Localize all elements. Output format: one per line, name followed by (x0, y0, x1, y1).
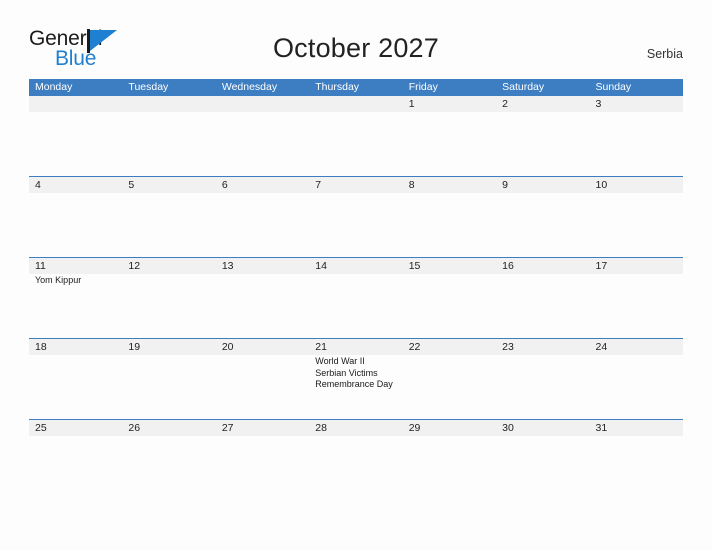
day-number: 13 (221, 260, 234, 272)
calendar-grid: Monday Tuesday Wednesday Thursday Friday… (29, 79, 683, 500)
day-number: 21 (315, 341, 327, 353)
day-number: 15 (408, 260, 421, 272)
calendar-day-cell-empty (309, 96, 403, 176)
calendar-day-cell[interactable]: 25 (29, 420, 123, 500)
day-number: 10 (595, 179, 608, 191)
day-number: 18 (35, 341, 47, 353)
calendar-day-cell[interactable]: 5 (122, 177, 216, 257)
calendar-day-cell[interactable]: 29 (402, 420, 497, 500)
weekday-header-thursday: Thursday (315, 81, 360, 93)
day-events: World War II Serbian Victims Remembrance D… (309, 355, 402, 391)
event-label: World War II (315, 356, 365, 366)
weekday-header-row: Monday Tuesday Wednesday Thursday Friday… (29, 79, 683, 96)
calendar-day-cell[interactable]: 1 (402, 96, 497, 176)
calendar-day-cell[interactable]: 24 (589, 339, 683, 419)
day-number: 14 (315, 260, 327, 272)
calendar-day-cell-empty (215, 96, 310, 176)
day-number: 2 (502, 98, 508, 110)
day-number: 8 (408, 179, 415, 191)
day-number (309, 96, 402, 112)
calendar-day-cell[interactable]: 4 (29, 177, 123, 257)
calendar-day-cell[interactable]: 11 Yom Kippur (29, 258, 123, 338)
day-number: 6 (221, 179, 228, 191)
day-number: 23 (502, 341, 514, 353)
weekday-header-monday: Monday (35, 81, 73, 93)
calendar-week-row: 18 19 20 21 World War II Serbian Victims Remem… (29, 338, 683, 419)
day-number: 28 (315, 422, 327, 434)
calendar-day-cell-empty (29, 96, 123, 176)
calendar-day-cell[interactable]: 9 (496, 177, 590, 257)
calendar-week-row: 11 Yom Kippur 12 13 14 15 16 17 (29, 257, 683, 338)
calendar-day-cell[interactable]: 14 (309, 258, 403, 338)
calendar-day-cell[interactable]: 13 (215, 258, 310, 338)
day-number: 11 (35, 260, 46, 272)
calendar-week-row: 1 2 3 (29, 96, 683, 176)
calendar-day-cell[interactable]: 17 (589, 258, 683, 338)
weekday-header-tuesday: Tuesday (128, 81, 169, 93)
calendar-page: General Blue October 2027 Serbia Monday … (0, 0, 712, 550)
weekday-header-friday: Friday (408, 81, 438, 93)
day-number (216, 96, 309, 112)
calendar-day-cell[interactable]: 21 World War II Serbian Victims Remembrance… (309, 339, 403, 419)
day-number: 4 (35, 179, 41, 191)
calendar-day-cell[interactable]: 8 (402, 177, 497, 257)
day-number: 19 (128, 341, 141, 353)
event-label: Remembrance Day (315, 379, 393, 389)
calendar-week-row: 25 26 27 28 29 30 31 (29, 419, 683, 500)
weekday-header-saturday: Saturday (502, 81, 545, 93)
day-number (29, 96, 122, 112)
calendar-day-cell[interactable]: 22 (402, 339, 497, 419)
calendar-day-cell[interactable]: 3 (589, 96, 683, 176)
calendar-day-cell[interactable]: 27 (215, 420, 310, 500)
calendar-day-cell[interactable]: 26 (122, 420, 216, 500)
day-number: 16 (502, 260, 514, 272)
day-number: 22 (408, 341, 421, 353)
day-number: 30 (502, 422, 514, 434)
calendar-day-cell[interactable]: 12 (122, 258, 216, 338)
day-number: 12 (128, 260, 141, 272)
calendar-day-cell[interactable]: 10 (589, 177, 683, 257)
calendar-day-cell[interactable]: 20 (215, 339, 310, 419)
day-number (122, 96, 215, 112)
day-number: 7 (315, 179, 322, 191)
calendar-day-cell[interactable]: 30 (496, 420, 590, 500)
day-number: 17 (595, 260, 608, 272)
weekday-header-wednesday: Wednesday (221, 81, 278, 93)
weekday-header-sunday: Sunday (595, 81, 632, 93)
day-number: 3 (595, 98, 602, 110)
calendar-day-cell[interactable]: 7 (309, 177, 403, 257)
day-number: 1 (408, 98, 415, 110)
day-number: 20 (221, 341, 234, 353)
calendar-weeks: 1 2 3 4 5 6 7 8 9 10 11 Yom Kippur 12 13 14 15 16 17 18 19 2… (29, 96, 683, 500)
calendar-day-cell[interactable]: 16 (496, 258, 590, 338)
calendar-day-cell[interactable]: 28 (309, 420, 403, 500)
event-label: Yom Kippur (35, 275, 82, 285)
region-label: Serbia (646, 47, 683, 61)
calendar-day-cell[interactable]: 23 (496, 339, 590, 419)
calendar-day-cell[interactable]: 19 (122, 339, 216, 419)
day-number: 25 (35, 422, 47, 434)
day-number: 27 (221, 422, 234, 434)
calendar-day-cell[interactable]: 18 (29, 339, 123, 419)
calendar-day-cell[interactable]: 31 (589, 420, 683, 500)
day-number: 29 (408, 422, 421, 434)
page-header: General Blue October 2027 Serbia (0, 0, 712, 76)
day-number: 24 (595, 341, 608, 353)
calendar-day-cell[interactable]: 2 (496, 96, 590, 176)
page-title: October 2027 (272, 33, 439, 63)
event-label: Serbian Victims (315, 367, 378, 378)
day-number: 31 (595, 422, 608, 434)
day-number: 9 (502, 179, 508, 191)
calendar-day-cell[interactable]: 6 (215, 177, 310, 257)
calendar-day-cell[interactable]: 15 (402, 258, 497, 338)
calendar-week-row: 4 5 6 7 8 9 10 (29, 176, 683, 257)
day-events: Yom Kippur (29, 274, 122, 287)
day-number: 26 (128, 422, 141, 434)
calendar-day-cell-empty (122, 96, 216, 176)
day-number: 5 (128, 179, 135, 191)
